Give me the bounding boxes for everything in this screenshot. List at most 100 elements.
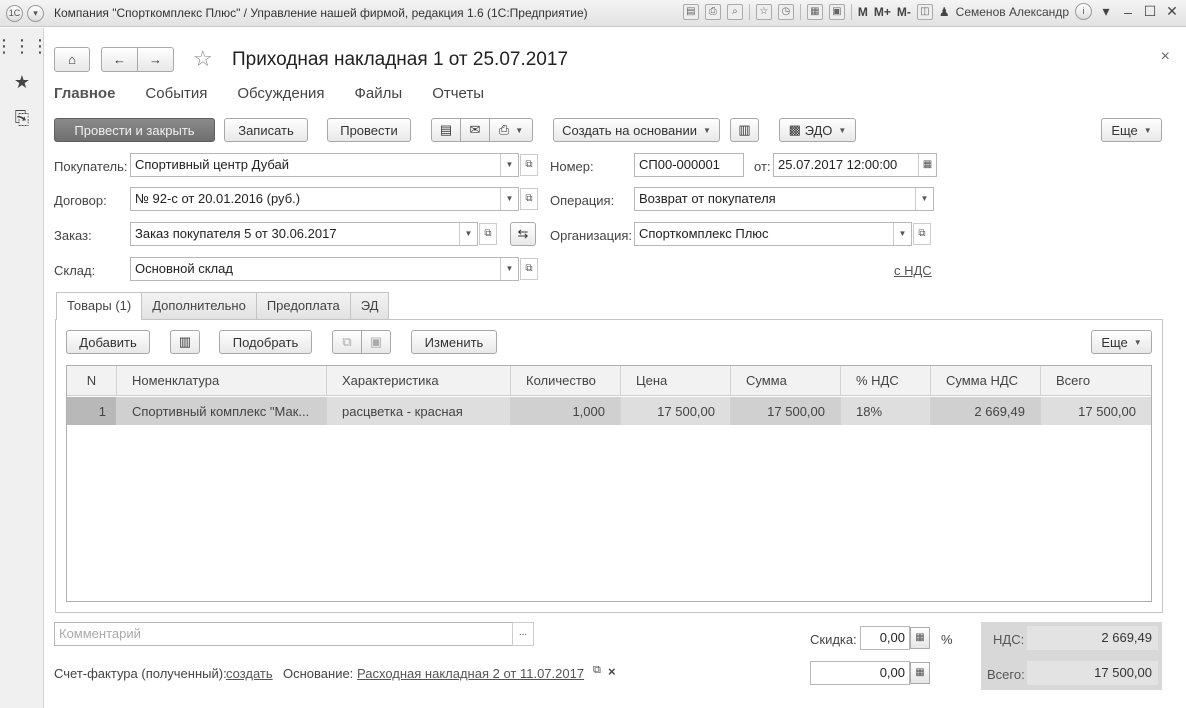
col-characteristic[interactable]: Характеристика [327, 366, 511, 395]
col-total[interactable]: Всего [1041, 366, 1151, 395]
cell-quantity[interactable]: 1,000 [511, 397, 621, 425]
add-row-button[interactable]: Добавить [66, 330, 150, 354]
panels-icon[interactable]: ◫ [916, 3, 933, 20]
preview-icon[interactable]: ⌕ [726, 3, 743, 20]
nav-main[interactable]: Главное [54, 85, 115, 102]
col-vat-rate[interactable]: % НДС [841, 366, 931, 395]
apps-grid-icon[interactable]: ⋮⋮⋮ [0, 28, 49, 64]
goods-more-button[interactable]: Еще ▼ [1091, 330, 1152, 354]
chevron-down-icon[interactable]: ▼ [500, 188, 518, 210]
forward-button[interactable]: → [137, 47, 174, 72]
col-nomenclature[interactable]: Номенклатура [117, 366, 327, 395]
contract-field[interactable]: № 92-с от 20.01.2016 (руб.) ▼ [130, 187, 519, 211]
structure-icon[interactable]: ▥ [730, 118, 759, 142]
open-icon[interactable]: ⧉ [520, 154, 538, 176]
calendar-icon[interactable]: ▣ [828, 3, 845, 20]
minimize-icon[interactable]: – [1120, 4, 1136, 20]
memory-minus-button[interactable]: M- [897, 5, 911, 19]
save-button[interactable]: Записать [224, 118, 308, 142]
nav-reports[interactable]: Отчеты [432, 85, 484, 102]
cell-total[interactable]: 17 500,00 [1041, 397, 1151, 425]
info-icon[interactable]: i [1075, 3, 1092, 20]
discount-sum-field[interactable]: 0,00 [810, 661, 910, 685]
app-menu-icon[interactable]: 1C [6, 4, 23, 22]
change-button[interactable]: Изменить [411, 330, 497, 354]
vat-link[interactable]: с НДС [894, 263, 932, 278]
home-button[interactable]: ⌂ [54, 47, 90, 72]
open-basis-icon[interactable]: ⧉ [593, 664, 601, 677]
history-scroll-icon[interactable]: ⎘ [0, 100, 44, 136]
post-and-close-button[interactable]: Провести и закрыть [54, 118, 215, 142]
history-icon[interactable]: ◷ [777, 3, 794, 20]
warehouse-field[interactable]: Основной склад ▼ [130, 257, 519, 281]
tab-prepayment[interactable]: Предоплата [255, 292, 351, 319]
clear-basis-icon[interactable]: × [608, 664, 616, 679]
edo-button[interactable]: ▩ ЭДО ▼ [779, 118, 856, 142]
copy-icon[interactable]: ⧉ [332, 330, 362, 354]
col-price[interactable]: Цена [621, 366, 731, 395]
col-quantity[interactable]: Количество [511, 366, 621, 395]
tab-ed[interactable]: ЭД [349, 292, 390, 319]
barcode-icon[interactable]: ▥ [170, 330, 200, 354]
chevron-down-icon[interactable]: ▾ [27, 4, 44, 22]
post-button[interactable]: Провести [327, 118, 411, 142]
more-button[interactable]: Еще ▼ [1101, 118, 1162, 142]
favorites-icon[interactable]: ☆ [755, 3, 772, 20]
star-icon[interactable]: ★ [0, 64, 44, 100]
fill-by-order-icon[interactable]: ⇆ [510, 222, 536, 246]
open-icon[interactable]: ⧉ [913, 223, 931, 245]
create-based-button[interactable]: Создать на основании ▼ [553, 118, 720, 142]
comment-expand-button[interactable]: ... [512, 622, 534, 646]
org-field[interactable]: Спорткомплекс Плюс ▼ [634, 222, 912, 246]
report-doc-icon[interactable]: ▤ [431, 118, 461, 142]
number-field[interactable]: СП00-000001 [634, 153, 744, 177]
calculator-icon[interactable]: ▦ [910, 662, 930, 684]
pick-button[interactable]: Подобрать [219, 330, 312, 354]
cell-characteristic[interactable]: расцветка - красная [327, 397, 511, 425]
cell-vat-sum[interactable]: 2 669,49 [931, 397, 1041, 425]
goods-table[interactable]: N Номенклатура Характеристика Количество… [66, 365, 1152, 602]
chevron-down-icon[interactable]: ▼ [500, 154, 518, 176]
table-row[interactable]: 1 Спортивный комплекс "Мак... расцветка … [67, 397, 1151, 425]
open-icon[interactable]: ⧉ [520, 258, 538, 280]
nav-files[interactable]: Файлы [355, 85, 403, 102]
open-icon[interactable]: ⧉ [520, 188, 538, 210]
cell-price[interactable]: 17 500,00 [621, 397, 731, 425]
chevron-down-icon[interactable]: ▾ [1098, 3, 1114, 20]
chevron-down-icon[interactable]: ▼ [500, 258, 518, 280]
create-invoice-link[interactable]: создать [226, 666, 273, 681]
favorite-star-icon[interactable]: ☆ [193, 46, 213, 72]
paste-icon[interactable]: ▣ [361, 330, 391, 354]
tab-goods[interactable]: Товары (1) [56, 292, 143, 320]
calculator-icon[interactable]: ▦ [910, 627, 930, 649]
open-icon[interactable]: ⧉ [479, 223, 497, 245]
print-menu-button[interactable]: ⎙ ▼ [489, 118, 533, 142]
maximize-icon[interactable]: ☐ [1142, 3, 1158, 20]
discount-field[interactable]: 0,00 [860, 626, 910, 650]
order-field[interactable]: Заказ покупателя 5 от 30.06.2017 ▼ [130, 222, 478, 246]
col-n[interactable]: N [67, 366, 117, 395]
nav-events[interactable]: События [145, 85, 207, 102]
current-user[interactable]: Семенов Александр [956, 5, 1069, 19]
chevron-down-icon[interactable]: ▼ [915, 188, 933, 210]
cell-sum[interactable]: 17 500,00 [731, 397, 841, 425]
basis-link[interactable]: Расходная накладная 2 от 11.07.2017 [357, 666, 584, 681]
print-icon[interactable]: ⎙ [704, 3, 721, 20]
tab-additional[interactable]: Дополнительно [141, 292, 257, 319]
calculator-icon[interactable]: ▦ [806, 3, 823, 20]
col-vat-sum[interactable]: Сумма НДС [931, 366, 1041, 395]
close-window-icon[interactable]: ✕ [1164, 3, 1180, 20]
mail-icon[interactable]: ✉ [460, 118, 490, 142]
calendar-icon[interactable]: ▦ [918, 154, 936, 176]
date-field[interactable]: 25.07.2017 12:00:00 ▦ [773, 153, 937, 177]
col-sum[interactable]: Сумма [731, 366, 841, 395]
save-icon[interactable]: ▤ [682, 3, 699, 20]
memory-button[interactable]: M [858, 5, 868, 19]
chevron-down-icon[interactable]: ▼ [459, 223, 477, 245]
operation-field[interactable]: Возврат от покупателя ▼ [634, 187, 934, 211]
cell-vat-rate[interactable]: 18% [841, 397, 931, 425]
chevron-down-icon[interactable]: ▼ [893, 223, 911, 245]
close-icon[interactable]: × [1161, 48, 1170, 66]
back-button[interactable]: ← [101, 47, 138, 72]
comment-field[interactable]: Комментарий [54, 622, 513, 646]
